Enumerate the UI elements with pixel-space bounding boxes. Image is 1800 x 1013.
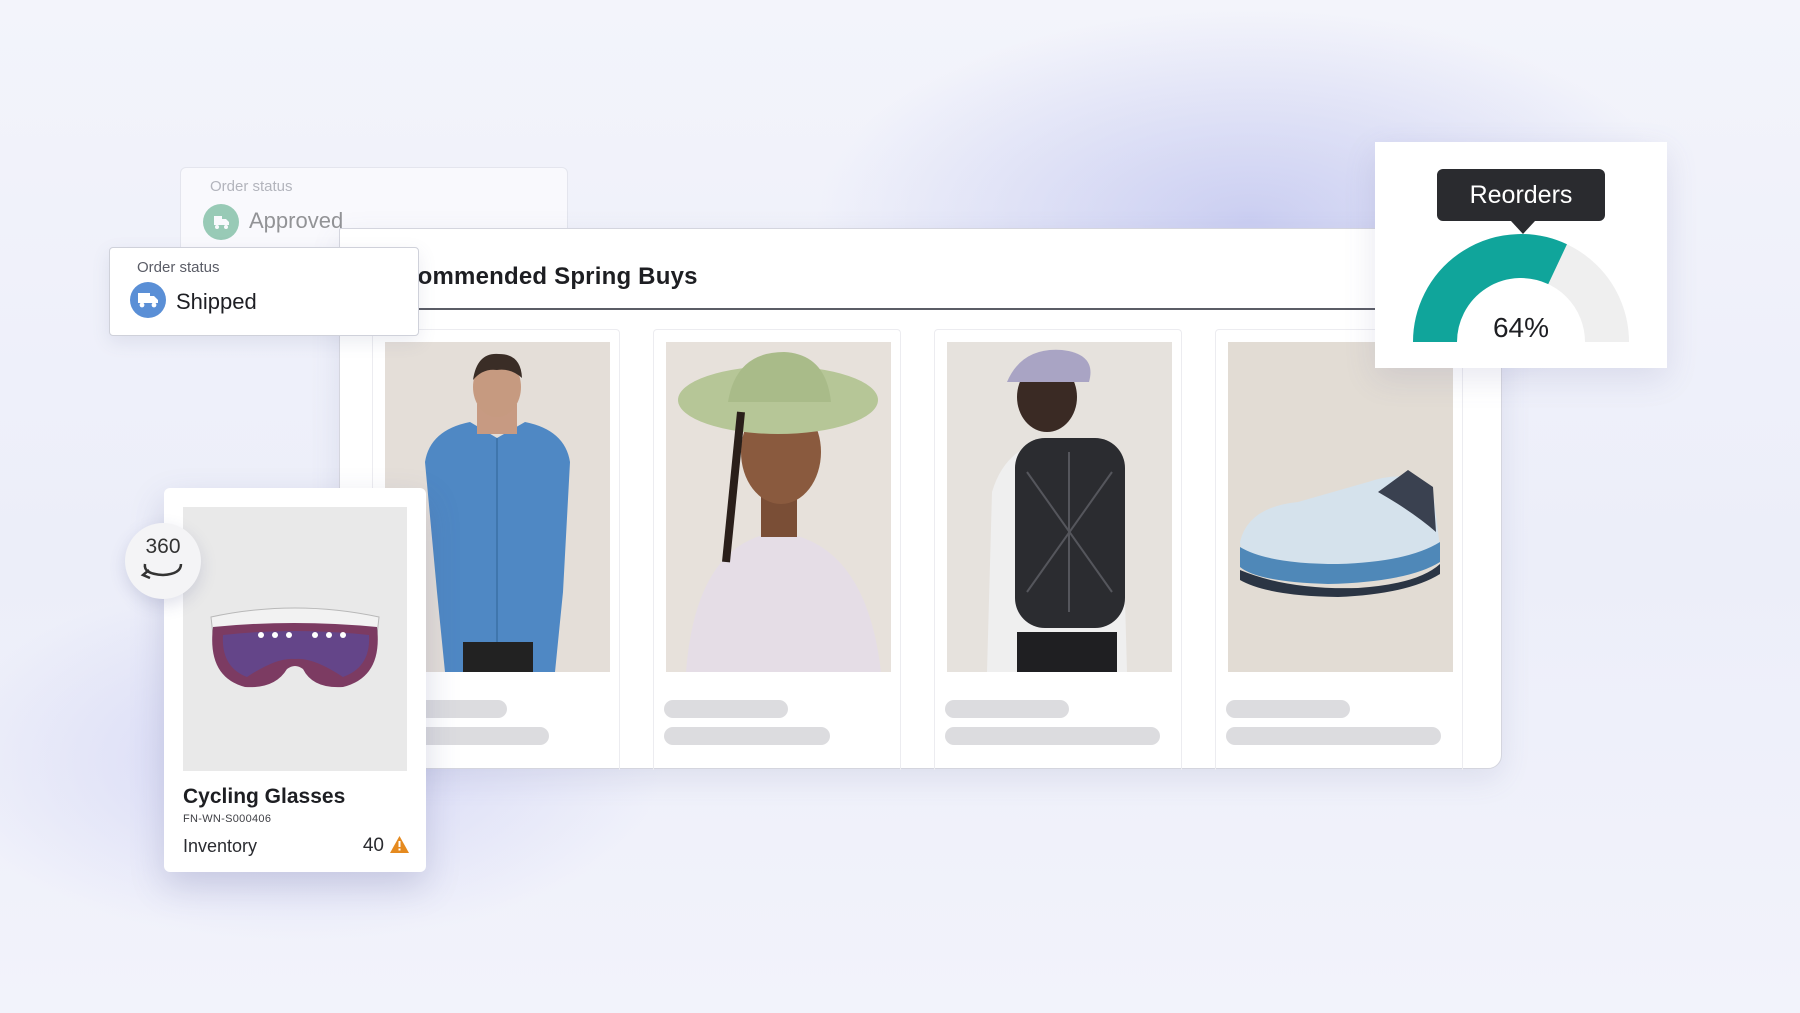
reorders-card: Reorders 64%	[1375, 142, 1667, 368]
product-image-glasses[interactable]	[183, 507, 407, 771]
skeleton-price	[664, 727, 830, 745]
product-image-shoe[interactable]	[1228, 342, 1453, 672]
reorders-tooltip: Reorders	[1437, 169, 1605, 221]
truck-check-icon	[203, 204, 239, 240]
product-name: Cycling Glasses	[183, 785, 346, 808]
skeleton-title	[945, 700, 1069, 718]
skeleton-title	[664, 700, 788, 718]
skeleton-price	[945, 727, 1160, 745]
panel-title: Recommended Spring Buys	[373, 263, 698, 290]
recommended-panel: Recommended Spring Buys	[339, 228, 1502, 770]
product-tile[interactable]	[653, 329, 901, 770]
skeleton-price	[1226, 727, 1441, 745]
rotate-360-label: 360	[145, 535, 181, 558]
truck-icon	[130, 282, 166, 318]
rotate-360-button[interactable]: 360	[125, 523, 201, 599]
inventory-label: Inventory	[183, 836, 258, 856]
product-tile[interactable]	[934, 329, 1182, 770]
order-status-label: Order status	[210, 178, 293, 195]
order-status-card-shipped: Order status Shipped	[109, 247, 419, 336]
product-image-hat[interactable]	[666, 342, 891, 672]
product-tile[interactable]	[1215, 329, 1463, 770]
warning-icon	[390, 836, 409, 853]
product-image-backpack[interactable]	[947, 342, 1172, 672]
product-sku: FN-WN-S000406	[183, 813, 272, 825]
rotate-360-icon	[140, 563, 183, 580]
title-divider	[373, 308, 1473, 310]
order-status-value: Shipped	[176, 289, 257, 314]
order-status-value: Approved	[249, 208, 344, 233]
reorders-value: 64%	[1492, 312, 1550, 343]
inventory-value: 40	[362, 835, 384, 856]
order-status-label: Order status	[137, 259, 220, 276]
skeleton-title	[1226, 700, 1350, 718]
product-card-cycling-glasses[interactable]: Cycling Glasses FN-WN-S000406 Inventory …	[164, 488, 426, 872]
